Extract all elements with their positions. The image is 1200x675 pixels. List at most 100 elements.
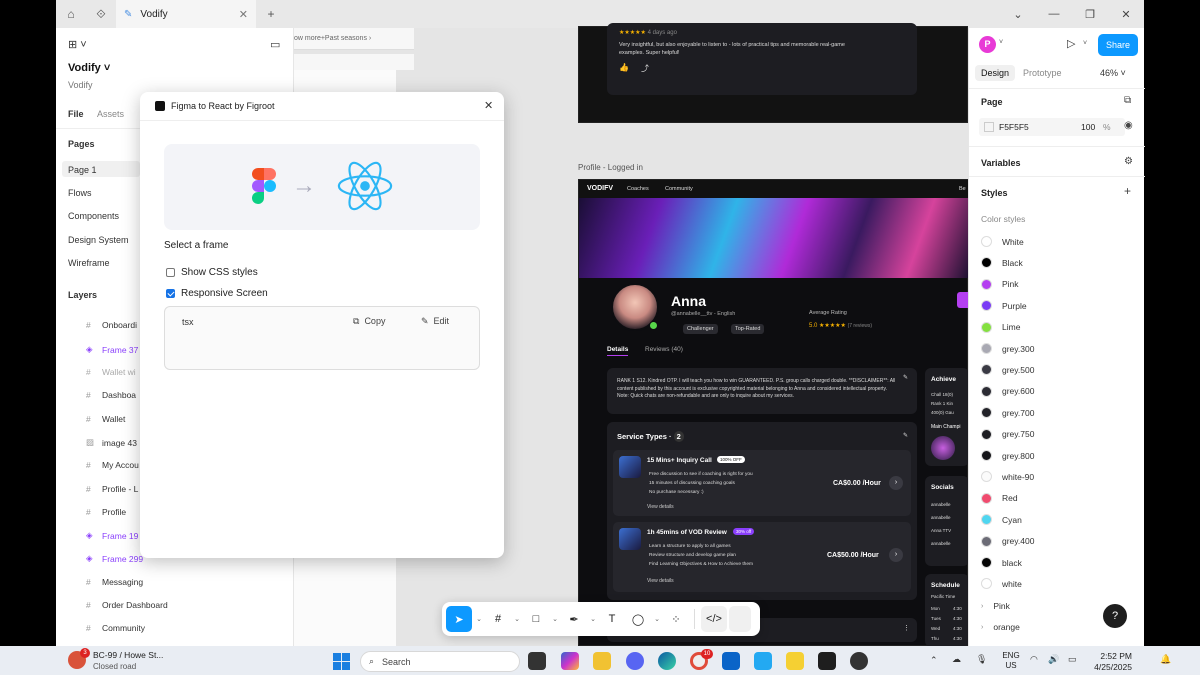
chevron-down-icon[interactable]: ˅ [999,39,1003,46]
layer-item[interactable]: ◈ Frame 299 [86,553,143,564]
layer-item[interactable]: # Order Dashboard [86,600,168,610]
checkbox[interactable] [166,289,175,298]
nav-community[interactable]: Community [665,186,693,192]
pen-tool-icon[interactable]: ✒ [562,606,586,632]
chevron-down-icon[interactable]: ⌄ [1000,8,1036,21]
chevron-right-icon[interactable]: › [889,548,903,562]
chevron-down-icon[interactable]: ⌄ [588,606,598,632]
color-style-item[interactable]: Pink [981,278,1019,290]
layer-item[interactable]: # Profile [86,507,126,517]
restore-icon[interactable]: ❐ [1072,8,1108,21]
color-style-item[interactable]: Black [981,257,1023,269]
color-style-item[interactable]: grey.500 [981,364,1034,376]
layer-item[interactable]: # My Accou [86,460,139,470]
search-input[interactable]: ⌕ Search [360,651,520,672]
page-item[interactable]: Flows [68,188,92,198]
share-button[interactable]: Share [1098,34,1138,56]
edit-button[interactable]: ✎ Edit [421,316,449,327]
page-item[interactable]: Page 1 [68,165,97,175]
shape-tool-icon[interactable]: □ [524,606,548,632]
color-style-item[interactable]: Lime [981,321,1020,333]
battery-icon[interactable]: ▭ [1068,654,1077,665]
variables-icon[interactable]: ⚙ [1124,156,1133,167]
main-menu-icon[interactable]: ⊞ ˅ [68,38,87,51]
color-style-item[interactable]: white [981,578,1022,590]
layer-item[interactable]: # Profile - L [86,484,138,494]
tab-assets[interactable]: Assets [97,109,124,119]
page-item[interactable]: Wireframe [68,258,110,268]
color-style-item[interactable]: grey.750 [981,428,1034,440]
volume-icon[interactable]: 🔊 [1048,654,1059,665]
text-tool-icon[interactable]: T [600,606,624,632]
move-tool-icon[interactable]: ➤ [446,606,472,632]
chevron-down-icon[interactable]: ˅ [1083,40,1087,47]
edit-icon[interactable]: ✎ [903,432,908,439]
help-button[interactable]: ? [1103,604,1127,628]
language-indicator[interactable]: ENG US [1000,651,1022,671]
checkbox[interactable] [166,268,175,277]
play-icon[interactable]: ▷ [1067,37,1075,50]
color-style-item[interactable]: black [981,557,1022,568]
new-tab-icon[interactable]: + [256,0,286,28]
cloud-icon[interactable]: ☁ [952,654,961,665]
chevron-down-icon[interactable]: ⌄ [550,606,560,632]
page-style-icon[interactable]: ⧉ [1124,95,1131,106]
obs-icon[interactable] [850,652,868,670]
minimize-icon[interactable]: — [1036,8,1072,21]
layer-item[interactable]: ◈ Frame 19 [86,530,138,541]
frame-label[interactable]: Profile - Logged in [578,163,643,172]
nav-right[interactable]: Be [959,186,966,192]
service-item[interactable]: 15 Mins+ Inquiry Call 100% OFF Free disc… [613,450,911,516]
figma-icon[interactable] [818,652,836,670]
copilot-icon[interactable] [561,652,579,670]
chevron-down-icon[interactable]: ⌄ [474,606,484,632]
tab-reviews[interactable]: Reviews (40) [645,346,683,353]
chevron-down-icon[interactable]: ⌄ [512,606,522,632]
sticky-notes-icon[interactable] [786,652,804,670]
microphone-icon[interactable]: 🎙 [976,654,987,665]
tab-file[interactable]: File [68,109,84,119]
wifi-icon[interactable]: ◠ [1030,654,1038,665]
code-output-box[interactable]: tsx ⧉ Copy ✎ Edit [164,306,480,370]
file-name[interactable]: Vodify ˅ [68,62,110,74]
layer-item[interactable]: # Dashboa [86,390,136,400]
file-explorer-icon[interactable] [593,652,611,670]
layer-item[interactable]: ▨ image 43 [86,437,137,448]
windows-start-icon[interactable] [333,653,350,670]
show-css-checkbox[interactable]: Show CSS styles [166,267,258,278]
color-style-item[interactable]: grey.300 [981,343,1034,354]
layer-item[interactable]: # Wallet [86,414,125,424]
color-style-item[interactable]: grey.800 [981,450,1034,461]
page-item[interactable]: Components [68,211,119,221]
layer-item[interactable]: # Wallet wi [86,367,136,377]
color-style-item[interactable]: Cyan [981,514,1022,526]
color-style-item[interactable]: grey.600 [981,385,1034,397]
brand-logo[interactable]: VODIFV [587,185,613,192]
home-icon[interactable]: ⌂ [56,0,86,28]
color-style-item[interactable]: Purple [981,300,1027,312]
share-icon[interactable]: ⤴ [641,63,649,74]
tab-design[interactable]: Design [975,65,1016,81]
page-item[interactable]: Design System [68,235,129,245]
social-list[interactable]: annabelle annabelle Anna TTV annabelle [931,498,951,550]
more-icon[interactable]: ⋮ [903,624,910,632]
notifications-icon[interactable]: 🔔 [1160,654,1171,665]
view-details-link[interactable]: View details [647,578,674,584]
eye-icon[interactable]: ◉ [1124,120,1133,131]
style-group[interactable]: › Pink [981,601,1010,611]
frame-tool-icon[interactable]: # [486,606,510,632]
nav-coaches[interactable]: Coaches [627,186,649,192]
dev-mode-icon[interactable]: </> [701,606,727,632]
comment-tool-icon[interactable]: ◯ [626,606,650,632]
sidebar-toggle-icon[interactable]: ▭ [270,38,280,51]
layer-item[interactable]: # Community [86,623,145,633]
chevron-down-icon[interactable]: ⌄ [652,606,662,632]
color-style-item[interactable]: Red [981,492,1018,504]
add-style-icon[interactable]: + [1124,184,1131,198]
edge-icon[interactable] [658,652,676,670]
close-icon[interactable]: ✕ [239,8,248,21]
edit-icon[interactable]: ✎ [903,374,908,381]
file-tab[interactable]: ✎ Vodify ✕ [116,0,256,28]
view-details-link[interactable]: View details [647,504,674,510]
color-style-item[interactable]: White [981,236,1024,247]
